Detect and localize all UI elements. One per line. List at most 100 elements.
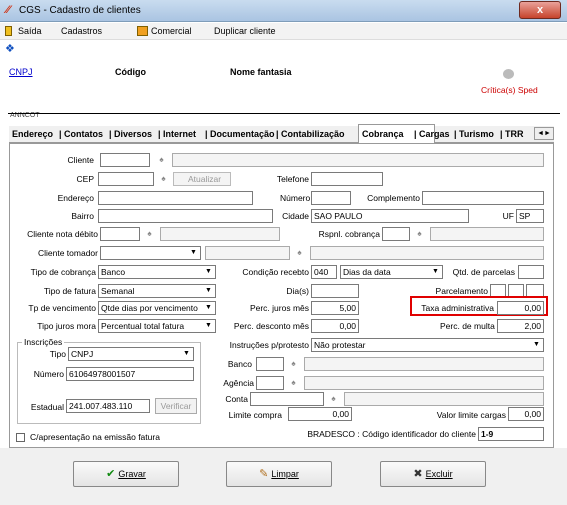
- commercial-icon: [137, 26, 148, 36]
- tab-separator: |: [414, 129, 417, 139]
- checkmark-icon: ✔: [106, 468, 116, 480]
- cnpj-link[interactable]: CNPJ: [9, 67, 33, 77]
- complemento-field[interactable]: [422, 191, 544, 205]
- sped-icon: [503, 69, 514, 79]
- tab-endereco[interactable]: Endereço: [12, 129, 53, 139]
- tipo-fatura-select[interactable]: Semanal ▼: [98, 284, 216, 298]
- cep-search-icon[interactable]: ♠: [156, 172, 171, 185]
- rspnl-search-icon[interactable]: ♠: [412, 227, 427, 240]
- banco-search-icon[interactable]: ♠: [286, 357, 301, 370]
- agencia-field[interactable]: [256, 376, 284, 390]
- dias-field[interactable]: [311, 284, 359, 298]
- chevron-down-icon[interactable]: ▼: [188, 248, 199, 258]
- chevron-down-icon[interactable]: ▼: [531, 340, 542, 350]
- tab-scroll-arrows[interactable]: ◄►: [534, 127, 554, 140]
- cliente-nota-search-icon[interactable]: ♠: [142, 227, 157, 240]
- menu-comercial[interactable]: Comercial: [151, 26, 192, 36]
- bairro-field[interactable]: [98, 209, 273, 223]
- cep-field[interactable]: [98, 172, 154, 186]
- menu-duplicate[interactable]: Duplicar cliente: [214, 26, 276, 36]
- chevron-down-icon[interactable]: ▼: [203, 303, 214, 313]
- tipo-juros-select[interactable]: Percentual total fatura ▼: [98, 319, 216, 333]
- tab-contatos[interactable]: Contatos: [64, 129, 103, 139]
- banco-field[interactable]: [256, 357, 284, 371]
- cliente-code-field[interactable]: [100, 153, 150, 167]
- cliente-tomador-search-icon[interactable]: ♠: [292, 246, 307, 259]
- cond-recebto-select[interactable]: Dias da data ▼: [340, 265, 443, 279]
- cliente-nota-field[interactable]: [100, 227, 140, 241]
- instrucoes-select[interactable]: Não protestar ▼: [311, 338, 544, 352]
- numero-label: Número: [280, 193, 311, 203]
- cliente-tomador-select[interactable]: ▼: [100, 246, 201, 260]
- navigate-icon[interactable]: ❖: [5, 42, 15, 55]
- tab-contabilizacao[interactable]: Contabilização: [281, 129, 345, 139]
- conta-field[interactable]: [250, 392, 324, 406]
- tab-documentacao[interactable]: Documentação: [210, 129, 275, 139]
- perc-multa-field[interactable]: 2,00: [497, 319, 544, 333]
- cliente-search-icon[interactable]: ♠: [154, 153, 169, 166]
- perc-desconto-label: Perc. desconto mês: [233, 321, 309, 331]
- cond-recebto-code-field[interactable]: 040: [311, 265, 337, 279]
- numero-inscricao-field[interactable]: 61064978001507: [66, 367, 194, 381]
- gravar-button[interactable]: ✔ Gravar: [73, 461, 179, 487]
- rspnl-cobranca-field[interactable]: [382, 227, 410, 241]
- numero-field[interactable]: [311, 191, 351, 205]
- close-button[interactable]: x: [519, 1, 561, 19]
- tab-cargas[interactable]: Cargas: [419, 129, 450, 139]
- tab-separator: |: [59, 129, 62, 139]
- tab-turismo[interactable]: Turismo: [459, 129, 494, 139]
- tipo-fatura-value: Semanal: [101, 286, 135, 296]
- verificar-button[interactable]: Verificar: [155, 398, 197, 414]
- chevron-down-icon[interactable]: ▼: [203, 267, 214, 277]
- sped-critica-link[interactable]: Crítica(s) Sped: [481, 85, 538, 95]
- tab-diversos[interactable]: Diversos: [114, 129, 152, 139]
- tab-separator: |: [205, 129, 208, 139]
- perc-desconto-field[interactable]: 0,00: [311, 319, 359, 333]
- tipo-juros-label: Tipo juros mora: [37, 321, 96, 331]
- tipo-inscricao-value: CNPJ: [71, 349, 94, 359]
- menu-cadastros[interactable]: Cadastros: [61, 26, 102, 36]
- perc-multa-label: Perc. de multa: [440, 321, 495, 331]
- agencia-search-icon[interactable]: ♠: [286, 376, 301, 389]
- tipo-fatura-label: Tipo de fatura: [43, 286, 96, 296]
- complemento-label: Complemento: [367, 193, 420, 203]
- tipo-inscricao-select[interactable]: CNPJ ▼: [68, 347, 194, 361]
- taxa-administrativa-field[interactable]: 0,00: [497, 301, 544, 315]
- excluir-button[interactable]: ✖ Excluir: [380, 461, 486, 487]
- chevron-down-icon[interactable]: ▼: [203, 321, 214, 331]
- chevron-down-icon[interactable]: ▼: [203, 286, 214, 296]
- c-apresentacao-checkbox[interactable]: [16, 433, 25, 442]
- endereco-field[interactable]: [98, 191, 253, 205]
- cidade-field[interactable]: SAO PAULO: [311, 209, 469, 223]
- qtd-parcelas-label: Qtd. de parcelas: [452, 267, 515, 277]
- tipo-juros-value: Percentual total fatura: [101, 321, 185, 331]
- cep-label: CEP: [76, 174, 94, 184]
- dias-label: Dia(s): [286, 286, 309, 296]
- conta-search-icon[interactable]: ♠: [326, 392, 341, 405]
- codigo-label: Código: [115, 67, 146, 77]
- uf-field[interactable]: SP: [516, 209, 544, 223]
- tab-internet[interactable]: Internet: [163, 129, 196, 139]
- tp-vencimento-select[interactable]: Qtde dias por vencimento ▼: [98, 301, 216, 315]
- inscricoes-label: Inscrições: [22, 337, 65, 347]
- limite-compra-field[interactable]: 0,00: [288, 407, 352, 421]
- estadual-field[interactable]: 241.007.483.110: [66, 399, 150, 413]
- tipo-cobranca-select[interactable]: Banco ▼: [98, 265, 216, 279]
- limpar-button[interactable]: ✎ Limpar: [226, 461, 332, 487]
- tab-cobranca[interactable]: Cobrança: [362, 129, 404, 139]
- chevron-down-icon[interactable]: ▼: [430, 267, 441, 277]
- bradesco-code-field[interactable]: 1-9: [478, 427, 544, 441]
- telefone-field[interactable]: [311, 172, 383, 186]
- perc-juros-field[interactable]: 5,00: [311, 301, 359, 315]
- tp-vencimento-label: Tp de vencimento: [28, 303, 96, 313]
- atualizar-button[interactable]: Atualizar: [173, 172, 231, 186]
- valor-limite-cargas-field[interactable]: 0,00: [508, 407, 544, 421]
- tp-vencimento-value: Qtde dias por vencimento: [101, 303, 198, 313]
- taxa-administrativa-label: Taxa administrativa: [421, 303, 494, 313]
- numero-inscricao-label: Número: [33, 369, 64, 379]
- chevron-down-icon[interactable]: ▼: [181, 349, 192, 359]
- menu-exit[interactable]: Saída: [18, 26, 42, 36]
- agencia-name-field: [304, 376, 544, 390]
- tab-trr[interactable]: TRR: [505, 129, 524, 139]
- qtd-parcelas-field[interactable]: [518, 265, 544, 279]
